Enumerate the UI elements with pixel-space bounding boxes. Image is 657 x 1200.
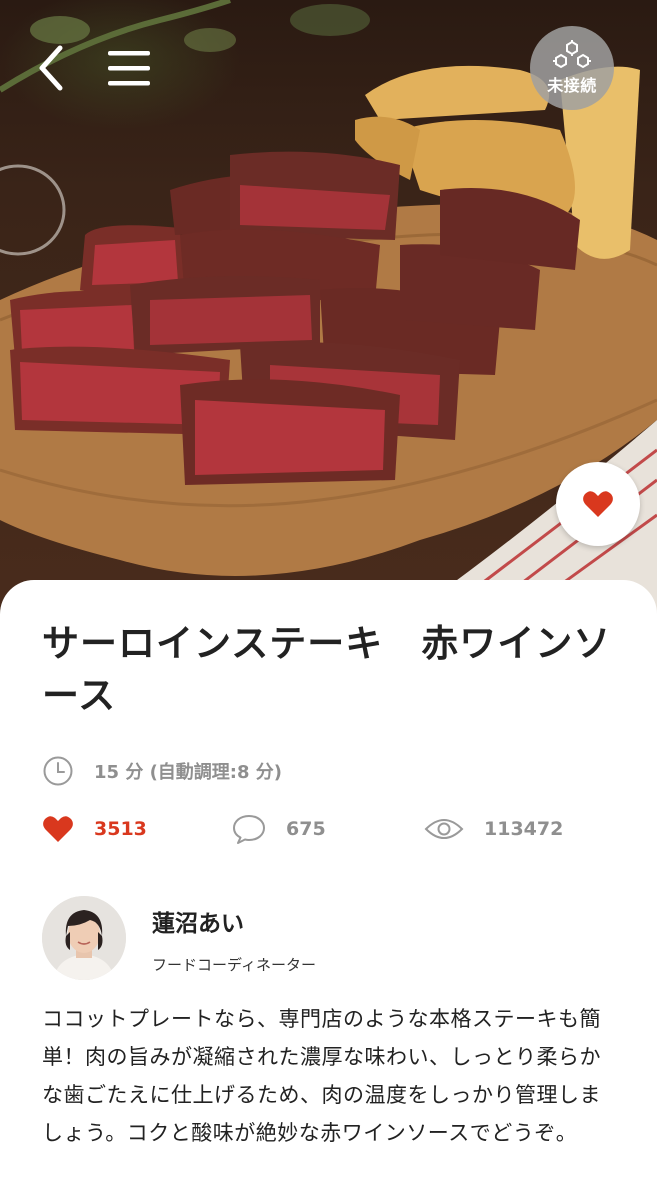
comments-stat[interactable]: 675 [232,812,326,846]
likes-count: 3513 [94,818,147,840]
author-name[interactable]: 蓮沼あい [152,904,244,938]
chevron-left-icon [39,45,63,91]
clock-icon [43,756,73,786]
favorite-button[interactable] [556,462,640,546]
views-count: 113472 [484,818,564,840]
author-role: フードコーディネーター [152,956,316,974]
connection-status-label: 未接続 [547,76,597,95]
back-button[interactable] [30,42,74,94]
hexagon-cluster-icon [553,40,591,69]
recipe-stats: 3513 675 113472 [42,812,642,846]
recipe-card: サーロインステーキ 赤ワインソース 15 分 (自動調理:8 分) 3513 6… [0,580,657,1200]
views-stat: 113472 [424,812,563,846]
recipe-description: ココットプレートなら、専門店のような本格ステーキも簡単！肉の旨みが凝縮された濃厚… [42,1007,601,1145]
recipe-title: サーロインステーキ 赤ワインソース [42,622,612,717]
speech-bubble-icon [233,815,265,844]
connection-status-button[interactable]: 未接続 [530,26,614,110]
hamburger-icon [108,51,150,86]
likes-stat[interactable]: 3513 [42,812,147,846]
eye-icon [424,819,464,839]
cooking-time-text: 15 分 (自動調理:8 分) [94,762,283,783]
avatar[interactable] [42,896,126,980]
heart-icon [583,491,613,517]
cooking-time: 15 分 (自動調理:8 分) [42,754,282,788]
author-section: 蓮沼あい フードコーディネーター [42,896,602,986]
heart-icon [43,816,73,842]
author-photo [42,896,126,980]
hero-image: 未接続 [0,0,657,630]
menu-button[interactable] [104,46,154,90]
comments-count: 675 [286,818,326,840]
recipe-detail-screen: 未接続 サーロインステーキ 赤ワインソース 15 分 (自動調理:8 分) 35… [0,0,657,1200]
